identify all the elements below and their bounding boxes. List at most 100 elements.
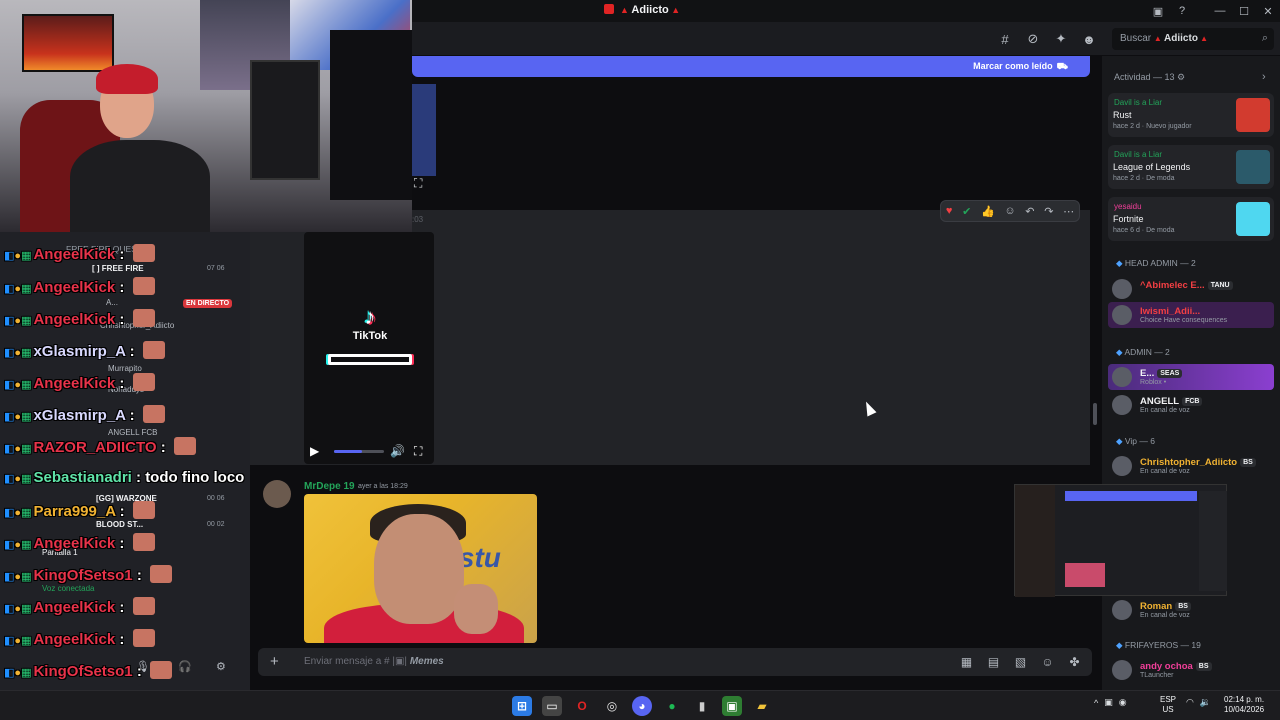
expand-icon[interactable]: ⛶ <box>414 176 422 191</box>
stream-chat-line: ◧●▦ AngeelKick : <box>4 277 155 296</box>
apps-icon[interactable]: ✤ <box>1067 654 1082 669</box>
webcam-feed <box>0 0 412 232</box>
message-image[interactable]: pistu <box>304 494 537 643</box>
clock[interactable]: 02:14 p. m. 10/04/2026 <box>1224 695 1264 715</box>
member-name-text: ^Abimelec E... <box>1140 280 1205 291</box>
member-item[interactable]: Roman BS En canal de voz <box>1108 597 1274 623</box>
task-view-icon[interactable]: ▭ <box>542 696 562 716</box>
stream-chat-line: ◧●▦ AngeelKick : <box>4 244 155 263</box>
language-indicator[interactable]: ESP US <box>1160 695 1176 715</box>
emoji-icon[interactable]: ☺ <box>1040 654 1055 669</box>
discord-icon[interactable]: ◕ <box>632 696 652 716</box>
app-icon[interactable]: ▣ <box>722 696 742 716</box>
threads-icon[interactable]: # <box>997 31 1013 47</box>
spotify-icon[interactable]: ● <box>662 696 682 716</box>
activity-header[interactable]: Actividad — 13 ⚙ › <box>1114 71 1266 83</box>
thumbs-up-reaction-icon[interactable]: 👍 <box>981 205 995 218</box>
file-explorer-icon[interactable]: ▰ <box>752 696 772 716</box>
check-reaction-icon[interactable]: ✔ <box>962 205 971 218</box>
voice-participant[interactable]: BLOOD ST... <box>96 520 143 529</box>
screenshare-preview[interactable] <box>1014 484 1227 597</box>
pin-icon[interactable]: ✦ <box>1053 31 1069 47</box>
tiktok-note-icon: ♪ <box>364 304 376 329</box>
chat-scrollbar[interactable] <box>1093 403 1097 425</box>
mic-icon[interactable]: 🎙 <box>136 660 150 673</box>
preview-panel <box>1015 485 1055 597</box>
chat-badges-icon: ◧●▦ <box>4 635 32 647</box>
preview-image <box>1065 563 1105 587</box>
help-icon[interactable]: ? <box>1174 3 1190 19</box>
stream-chat-line: ◧●▦ AngeelKick : <box>4 373 155 392</box>
cam-person-hair <box>96 64 158 94</box>
video-progress[interactable] <box>334 450 384 453</box>
member-item[interactable]: andy ochoa BS TLauncher <box>1108 657 1274 683</box>
voice-participant[interactable]: A... <box>106 298 118 307</box>
channel-emoji-icon: |▣| <box>392 656 408 667</box>
activity-card[interactable]: yesaidu Fortnite hace 6 d · De moda <box>1108 197 1274 241</box>
chevron-right-icon[interactable]: › <box>1262 71 1266 83</box>
forward-icon[interactable]: ↷ <box>1044 205 1053 218</box>
chat-separator: : <box>131 469 146 486</box>
tray-chevron-icon[interactable]: ^ <box>1094 698 1098 708</box>
tray-app-icon[interactable]: ◉ <box>1119 697 1127 708</box>
reply-icon[interactable]: ↶ <box>1025 205 1034 218</box>
message-composer[interactable]: + Enviar mensaje a # |▣| Memes ▦ ▤ ▧ ☺ ✤ <box>258 648 1092 676</box>
add-reaction-icon[interactable]: ☺ <box>1004 205 1015 217</box>
close-button[interactable]: ✕ <box>1256 0 1280 22</box>
chrome-icon[interactable]: ◎ <box>602 696 622 716</box>
chat-username: KingOfSetso1 <box>33 567 133 584</box>
chat-username: AngeelKick <box>33 599 116 616</box>
tiktok-video-embed[interactable]: ♪ TikTok ▶ 🔊 ⛶ <box>304 232 434 464</box>
attach-icon[interactable]: + <box>270 653 279 670</box>
message-author[interactable]: MrDepe 19 <box>304 481 355 492</box>
wifi-icon[interactable]: ◠ <box>1186 697 1194 708</box>
cam-person-body <box>70 140 210 232</box>
embed-thumbnail[interactable]: ⛶ <box>412 84 436 190</box>
inbox-icon[interactable]: ▣ <box>1150 3 1166 19</box>
member-item[interactable]: ^Abimelec E... TANU <box>1108 276 1274 302</box>
settings-icon[interactable]: ⚙ <box>216 660 226 673</box>
member-item[interactable]: Chrishtopher_Adiicto BS En canal de voz <box>1108 453 1274 479</box>
search-input[interactable]: Buscar ▲ Adiicto ▲ ⌕ <box>1112 28 1274 50</box>
activity-card[interactable]: Davil is a Liar Rust hace 2 d · Nuevo juga… <box>1108 93 1274 137</box>
tray-app-icon[interactable]: ▣ <box>1104 697 1113 708</box>
notifications-icon[interactable]: ⊘ <box>1025 31 1041 47</box>
maximize-button[interactable]: ☐ <box>1232 0 1256 22</box>
activity-meta: hace 6 d · De moda <box>1113 227 1175 234</box>
avatar <box>1112 279 1132 299</box>
volume-icon[interactable]: 🔉 <box>1200 697 1211 708</box>
play-icon[interactable]: ▶ <box>310 444 319 458</box>
member-item[interactable]: ANGELL FCB En canal de voz <box>1108 392 1274 418</box>
member-item[interactable]: Iwismi_Adii... Choice Have consequences <box>1108 302 1274 328</box>
more-icon[interactable]: ⋯ <box>1063 205 1074 218</box>
chat-username: AngeelKick <box>33 246 116 263</box>
minimize-button[interactable]: — <box>1208 0 1232 22</box>
activity-user: Davil is a Liar <box>1114 98 1163 107</box>
gear-icon[interactable]: ⚙ <box>1177 72 1185 82</box>
members-icon[interactable]: ☻ <box>1081 31 1097 47</box>
activity-card[interactable]: Davil is a Liar League of Legends hace 2 d… <box>1108 145 1274 189</box>
opera-icon[interactable]: O <box>572 696 592 716</box>
voice-participant[interactable]: ANGELL FCB <box>108 428 158 437</box>
member-group-title: ADMIN — 2 <box>1124 347 1170 357</box>
voice-participant[interactable]: Murrapito <box>108 364 142 373</box>
avatar[interactable] <box>263 480 291 508</box>
windows-start-icon[interactable]: ⊞ <box>512 696 532 716</box>
emote-icon <box>132 629 155 647</box>
activity-game: League of Legends <box>1113 162 1191 172</box>
gif-icon[interactable]: ▤ <box>986 654 1001 669</box>
fullscreen-icon[interactable]: ⛶ <box>414 444 422 459</box>
voice-participant[interactable]: [ ] FREE FIRE <box>92 264 144 273</box>
headphones-icon[interactable]: 🎧 <box>178 660 192 673</box>
member-status: Choice Have consequences <box>1140 317 1228 324</box>
tiktok-wordmark: TikTok <box>352 330 388 342</box>
chat-badges-icon: ◧●▦ <box>4 443 32 455</box>
app-icon[interactable]: ▮ <box>692 696 712 716</box>
volume-icon[interactable]: 🔊 <box>390 444 405 458</box>
sticker-icon[interactable]: ▧ <box>1013 654 1028 669</box>
gift-icon[interactable]: ▦ <box>959 654 974 669</box>
heart-reaction-icon[interactable]: ♥ <box>946 205 953 217</box>
member-item[interactable]: E... SEAS Roblox • <box>1108 364 1274 390</box>
mark-read-button[interactable]: Marcar como leído ⛟ <box>969 61 1068 73</box>
chat-separator: : <box>125 407 139 424</box>
